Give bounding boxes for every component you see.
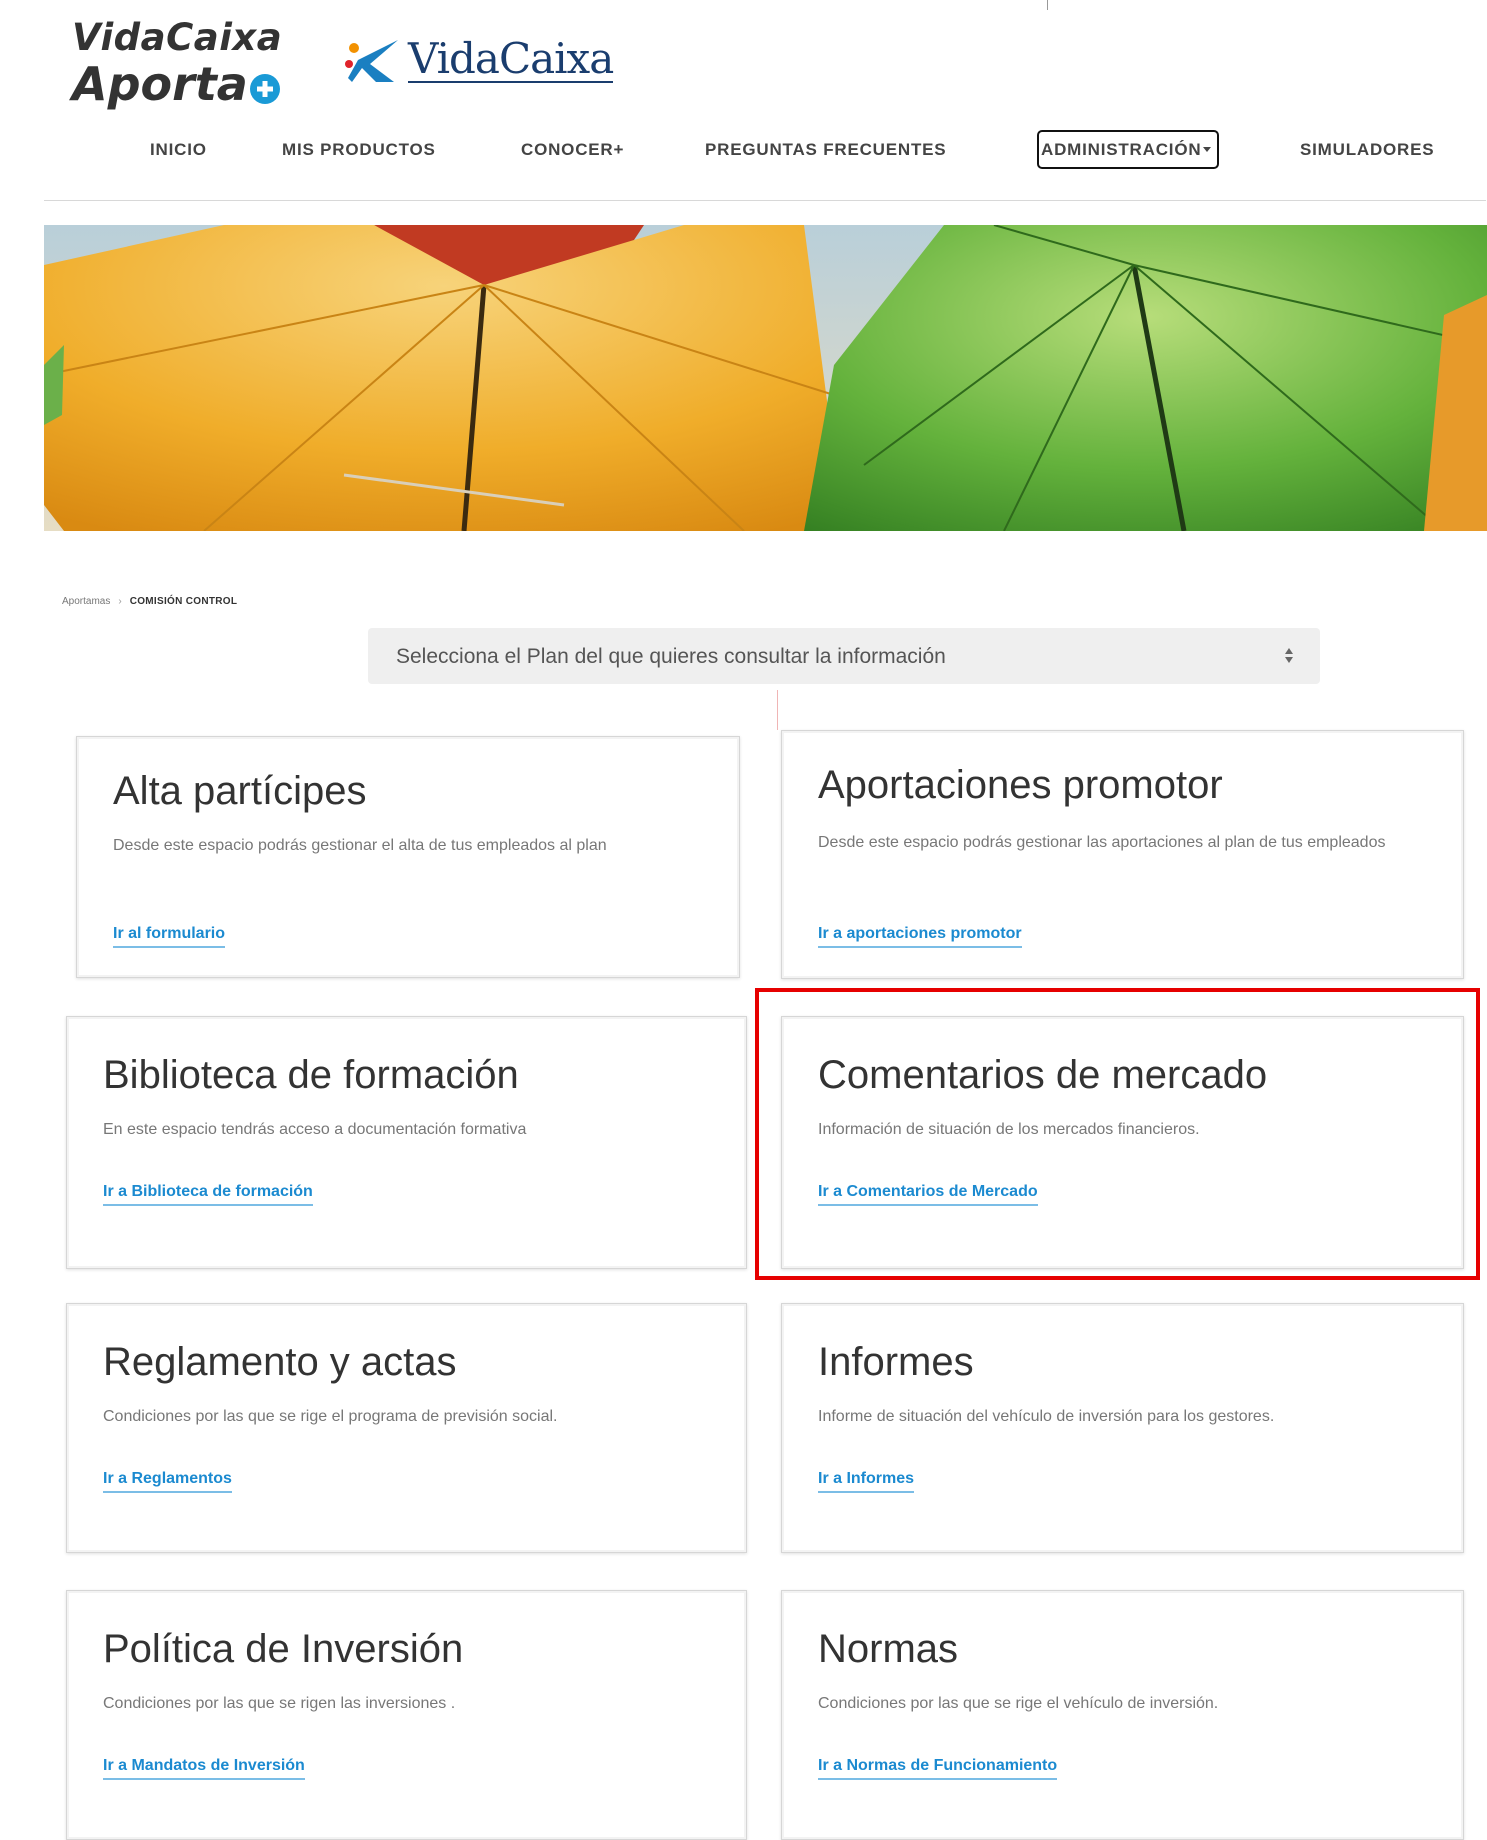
caixa-star-icon <box>345 40 398 82</box>
breadcrumb-current: COMISIÓN CONTROL <box>129 596 238 607</box>
caret-down-icon <box>1203 147 1212 152</box>
card-normas: Normas Condiciones por las que se rige e… <box>781 1590 1464 1840</box>
card-description: Condiciones por las que se rige el progr… <box>103 1408 558 1425</box>
vidacaixa-aporta-logo[interactable]: VidaCaixa Aporta <box>72 16 282 111</box>
breadcrumb-parent[interactable]: Aportamas <box>62 596 110 607</box>
logo-aporta-line1: VidaCaixa <box>72 16 283 59</box>
card-description: Condiciones por las que se rigen las inv… <box>103 1695 456 1712</box>
card-alta-participes: Alta partícipes Desde este espacio podrá… <box>76 736 740 978</box>
select-arrows-icon <box>1284 645 1294 667</box>
nav-administracion-label: ADMINISTRACIÓN <box>1041 140 1202 159</box>
nav-administracion[interactable]: ADMINISTRACIÓN <box>1037 130 1220 169</box>
card-description: Desde este espacio podrás gestionar las … <box>818 834 1386 851</box>
nav-divider <box>44 200 1486 201</box>
nav-simuladores[interactable]: SIMULADORES <box>1300 140 1434 160</box>
card-title: Normas <box>818 1627 959 1671</box>
card-link[interactable]: Ir a Comentarios de Mercado <box>818 1183 1038 1206</box>
card-link[interactable]: Ir a Reglamentos <box>103 1470 232 1493</box>
card-title: Reglamento y actas <box>103 1340 457 1384</box>
card-link[interactable]: Ir a Informes <box>818 1470 915 1493</box>
card-description: Informe de situación del vehículo de inv… <box>818 1408 1275 1425</box>
breadcrumb: Aportamas › COMISIÓN CONTROL <box>62 596 237 607</box>
breadcrumb-separator-icon: › <box>118 596 122 607</box>
card-aportaciones-promotor: Aportaciones promotor Desde este espacio… <box>781 730 1464 979</box>
card-politica-de-inversion: Política de Inversión Condiciones por la… <box>66 1590 747 1840</box>
card-title: Informes <box>818 1340 974 1384</box>
logo-aporta-line2: Aporta <box>72 57 248 111</box>
card-title: Biblioteca de formación <box>103 1053 519 1097</box>
nav-inicio[interactable]: INICIO <box>150 140 207 160</box>
plan-select[interactable]: Selecciona el Plan del que quieres consu… <box>368 628 1320 684</box>
card-link[interactable]: Ir a Normas de Funcionamiento <box>818 1757 1058 1780</box>
hero-banner-image <box>44 225 1487 531</box>
card-link[interactable]: Ir al formulario <box>113 925 226 948</box>
card-reglamento-y-actas: Reglamento y actas Condiciones por las q… <box>66 1303 747 1553</box>
card-title: Alta partícipes <box>113 769 367 813</box>
card-description: Desde este espacio podrás gestionar el a… <box>113 837 607 854</box>
nav-preguntas-frecuentes[interactable]: PREGUNTAS FRECUENTES <box>705 140 946 160</box>
nav-mis-productos[interactable]: MIS PRODUCTOS <box>282 140 436 160</box>
card-title: Comentarios de mercado <box>818 1053 1268 1097</box>
divider <box>1047 0 1048 10</box>
divider <box>777 690 778 730</box>
nav-conocer[interactable]: CONOCER+ <box>521 140 624 160</box>
plan-select-placeholder: Selecciona el Plan del que quieres consu… <box>396 645 946 668</box>
card-title: Aportaciones promotor <box>818 763 1223 807</box>
card-informes: Informes Informe de situación del vehícu… <box>781 1303 1464 1553</box>
card-description: Información de situación de los mercados… <box>818 1121 1200 1138</box>
card-link[interactable]: Ir a Mandatos de Inversión <box>103 1757 305 1780</box>
card-link[interactable]: Ir a Biblioteca de formación <box>103 1183 313 1206</box>
card-biblioteca-de-formacion: Biblioteca de formación En este espacio … <box>66 1016 747 1269</box>
card-description: Condiciones por las que se rige el vehíc… <box>818 1695 1219 1712</box>
vidacaixa-wordmark: VidaCaixa <box>408 33 614 84</box>
card-title: Política de Inversión <box>103 1627 464 1671</box>
card-description: En este espacio tendrás acceso a documen… <box>103 1121 527 1138</box>
plus-icon <box>249 74 280 104</box>
card-comentarios-de-mercado: Comentarios de mercado Información de si… <box>781 1016 1464 1269</box>
card-link[interactable]: Ir a aportaciones promotor <box>818 925 1022 948</box>
vidacaixa-logo[interactable]: VidaCaixa <box>340 33 614 86</box>
main-nav: INICIO MIS PRODUCTOS CONOCER+ PREGUNTAS … <box>0 130 1487 170</box>
